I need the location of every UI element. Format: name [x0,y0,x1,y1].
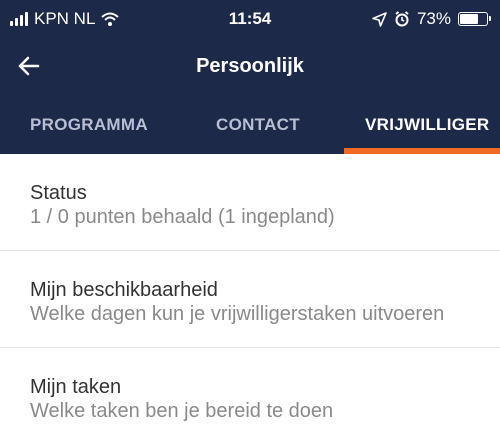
tab-bar: PROGRAMMA CONTACT VRIJWILLIGER [0,94,500,154]
list-item-beschikbaarheid[interactable]: Mijn beschikbaarheid Welke dagen kun je … [0,251,500,348]
status-right: 73% [372,9,491,29]
item-subtitle: Welke dagen kun je vrijwilligerstaken ui… [30,303,445,325]
tab-contact[interactable]: CONTACT [216,94,300,154]
tab-vrijwilliger[interactable]: VRIJWILLIGER [365,94,490,154]
item-title: Mijn beschikbaarheid [30,279,218,301]
tab-programma[interactable]: PROGRAMMA [30,94,148,154]
location-arrow-icon [372,11,387,27]
item-subtitle: Welke taken ben je bereid te doen [30,400,334,422]
item-title: Mijn taken [30,376,122,398]
battery-fill [460,14,478,24]
nav-bar: Persoonlijk [0,38,500,94]
battery-percentage: 73% [416,9,451,28]
alarm-icon [395,11,409,27]
list-item-taken[interactable]: Mijn taken Welke taken ben je bereid te … [0,348,500,444]
item-title: Status [30,182,87,204]
page-title: Persoonlijk [196,55,304,77]
battery-icon [458,12,491,26]
item-subtitle: 1 / 0 punten behaald (1 ingepland) [30,206,335,228]
settings-list: Status 1 / 0 punten behaald (1 ingepland… [0,154,500,444]
status-bar: KPN NL 11:54 73% [0,0,500,38]
list-item-status[interactable]: Status 1 / 0 punten behaald (1 ingepland… [0,154,500,251]
